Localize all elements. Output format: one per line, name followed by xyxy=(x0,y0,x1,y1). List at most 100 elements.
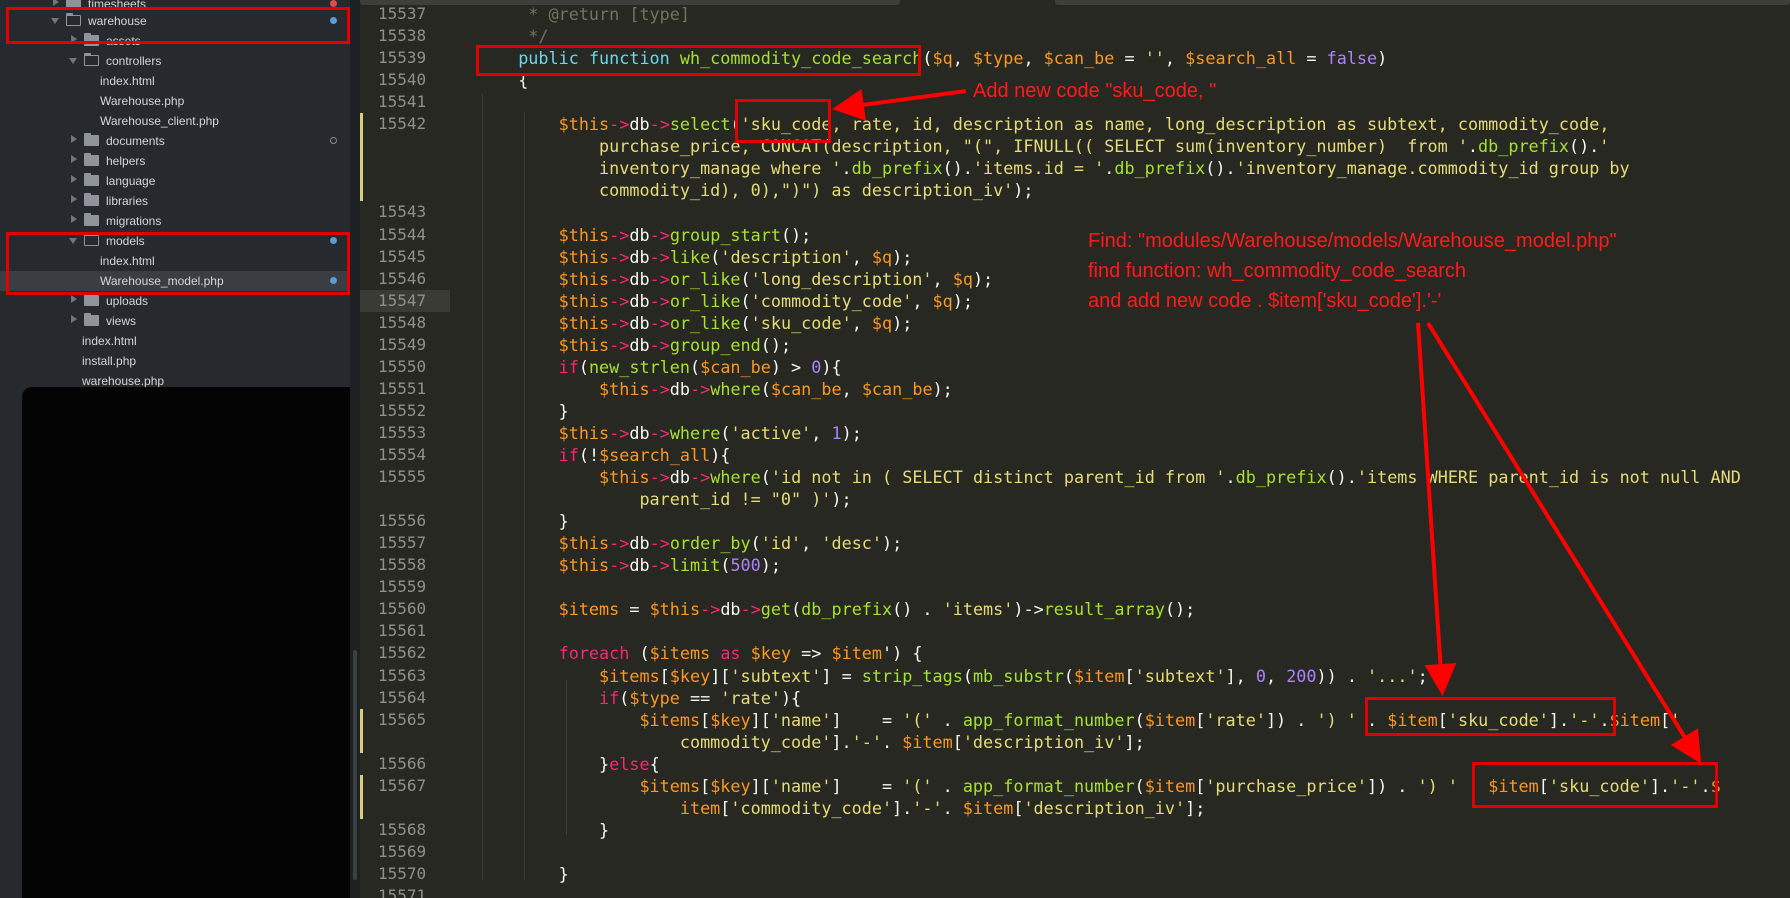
code-line[interactable]: $items = $this->db->get(db_prefix() . 'i… xyxy=(498,598,1196,620)
code-line[interactable]: $this->db->limit(500); xyxy=(498,554,781,576)
chevron-right-icon[interactable] xyxy=(53,0,59,6)
code-line[interactable]: * @return [type] xyxy=(498,3,690,25)
code-line[interactable]: inventory_manage where '.db_prefix().'it… xyxy=(498,157,1630,179)
code-token: $key xyxy=(710,775,751,796)
tree-row-warehouse-client-php[interactable]: Warehouse_client.php xyxy=(0,111,350,131)
code-token: $items xyxy=(639,709,701,730)
code-line[interactable]: $items[$key]['subtext'] = strip_tags(mb_… xyxy=(498,665,1428,687)
code-line[interactable]: */ xyxy=(498,25,548,47)
code-editor[interactable]: 15537 * @return [type] 15538 */ 15539 publ… xyxy=(360,0,1790,898)
code-token: ( xyxy=(760,378,771,399)
code-token: db xyxy=(629,422,650,443)
chevron-right-icon[interactable] xyxy=(71,195,77,203)
tree-row-warehouse-php[interactable]: Warehouse.php xyxy=(0,91,350,111)
tree-row-label: Warehouse_model.php xyxy=(100,274,224,288)
tree-row-warehouse[interactable]: warehouse xyxy=(0,11,350,31)
tree-row-models[interactable]: models xyxy=(0,231,350,251)
tree-row-index-html[interactable]: index.html xyxy=(0,71,350,91)
code-token: $q xyxy=(932,290,953,311)
code-line[interactable]: $items[$key]['name'] = '(' . app_format_… xyxy=(498,709,1680,731)
chevron-down-icon[interactable] xyxy=(51,18,59,24)
code-line[interactable]: }else{ xyxy=(498,753,660,775)
code-token: (); xyxy=(780,224,812,245)
tree-row-migrations[interactable]: migrations xyxy=(0,211,350,231)
tree-row-index-html[interactable]: index.html xyxy=(0,331,350,351)
code-token: ); xyxy=(841,422,862,443)
code-line[interactable]: public function wh_commodity_code_search… xyxy=(498,47,1387,69)
code-line[interactable]: $this->db->or_like('sku_code', $q); xyxy=(498,312,913,334)
code-token: [ xyxy=(1195,775,1206,796)
code-token: ( xyxy=(720,555,731,576)
code-line[interactable]: } xyxy=(498,863,569,885)
code-line[interactable]: } xyxy=(498,400,569,422)
code-token: ]; xyxy=(1124,731,1145,752)
code-line[interactable]: purchase_price, CONCAT(description, "(",… xyxy=(498,135,1609,157)
tree-row-views[interactable]: views xyxy=(0,311,350,331)
code-token: 'id not in ( SELECT distinct parent_id f… xyxy=(770,467,1226,488)
code-line[interactable]: $this->db->where('active', 1); xyxy=(498,422,862,444)
chevron-right-icon[interactable] xyxy=(71,135,77,143)
tree-row-warehouse-model-php[interactable]: Warehouse_model.php xyxy=(0,271,350,291)
code-line[interactable]: if(new_strlen($can_be) > 0){ xyxy=(498,356,842,378)
chevron-down-icon[interactable] xyxy=(69,238,77,244)
tree-row-libraries[interactable]: libraries xyxy=(0,191,350,211)
code-line[interactable]: if($type == 'rate'){ xyxy=(498,687,801,709)
chevron-right-icon[interactable] xyxy=(71,175,77,183)
code-token: else xyxy=(609,753,650,774)
chevron-right-icon[interactable] xyxy=(71,215,77,223)
code-line[interactable]: $this->db->where($can_be, $can_be); xyxy=(498,378,953,400)
code-line[interactable]: $this->db->order_by('id', 'desc'); xyxy=(498,532,903,554)
code-line[interactable]: $this->db->select('sku_code, rate, id, d… xyxy=(498,113,1610,135)
code-token: . xyxy=(1457,775,1489,796)
code-token: , xyxy=(851,312,872,333)
horizontal-scrollbar-track-segment[interactable] xyxy=(1055,0,1790,5)
code-line[interactable]: $items[$key]['name'] = '(' . app_format_… xyxy=(498,775,1720,797)
tree-row-controllers[interactable]: controllers xyxy=(0,51,350,71)
code-token: where xyxy=(669,422,721,443)
chevron-right-icon[interactable] xyxy=(71,295,77,303)
tree-row-helpers[interactable]: helpers xyxy=(0,151,350,171)
code-line[interactable]: parent_id != "0" )'); xyxy=(498,488,851,510)
code-line[interactable]: commodity_code'].'-'. $item['description… xyxy=(498,731,1145,753)
tree-row-language[interactable]: language xyxy=(0,171,350,191)
code-line[interactable]: foreach ($items as $key => $item') { xyxy=(498,642,923,664)
git-status-dot-icon xyxy=(330,137,337,144)
code-token: 'inventory_manage.commodity_id group by xyxy=(1235,158,1630,179)
code-token: -> xyxy=(690,467,711,488)
tree-row-uploads[interactable]: uploads xyxy=(0,291,350,311)
line-number: 15563 xyxy=(378,665,427,685)
tree-row-install-php[interactable]: install.php xyxy=(0,351,350,371)
code-line[interactable]: } xyxy=(498,510,569,532)
chevron-right-icon[interactable] xyxy=(71,315,77,323)
code-token: -> xyxy=(649,114,670,135)
code-token: . xyxy=(881,731,903,752)
chevron-right-icon[interactable] xyxy=(71,35,77,43)
code-line[interactable]: $this->db->group_start(); xyxy=(498,224,812,246)
chevron-right-icon[interactable] xyxy=(71,155,77,163)
code-line[interactable]: if(!$search_all){ xyxy=(498,444,731,466)
tree-row-documents[interactable]: documents xyxy=(0,131,350,151)
tree-row-assets[interactable]: assets xyxy=(0,31,350,51)
code-line[interactable]: commodity_id), 0),")") as description_iv… xyxy=(498,179,1033,201)
tree-row-index-html[interactable]: index.html xyxy=(0,251,350,271)
chevron-down-icon[interactable] xyxy=(69,58,77,64)
code-line[interactable]: $this->db->or_like('commodity_code', $q)… xyxy=(498,290,973,312)
code-token: -> xyxy=(609,334,630,355)
code-line[interactable]: item['commodity_code'].'-'. $item['descr… xyxy=(498,797,1205,819)
code-line[interactable]: $this->db->or_like('long_description', $… xyxy=(498,268,994,290)
sidebar-scrollbar-thumb[interactable] xyxy=(353,650,357,880)
code-line[interactable]: $this->db->group_end(); xyxy=(498,334,791,356)
code-line[interactable]: $this->db->where('id not in ( SELECT dis… xyxy=(498,466,1741,488)
code-token: ( xyxy=(740,290,751,311)
code-line[interactable]: { xyxy=(498,69,528,91)
code-line[interactable]: $this->db->like('description', $q); xyxy=(498,246,913,268)
gutter-line: 15559 xyxy=(360,576,450,598)
code-line[interactable]: } xyxy=(498,819,609,841)
code-token: 'items WHERE parent_id is not null AND xyxy=(1356,467,1741,488)
sidebar-scrollbar[interactable] xyxy=(350,0,360,898)
line-number: 15545 xyxy=(378,246,427,266)
